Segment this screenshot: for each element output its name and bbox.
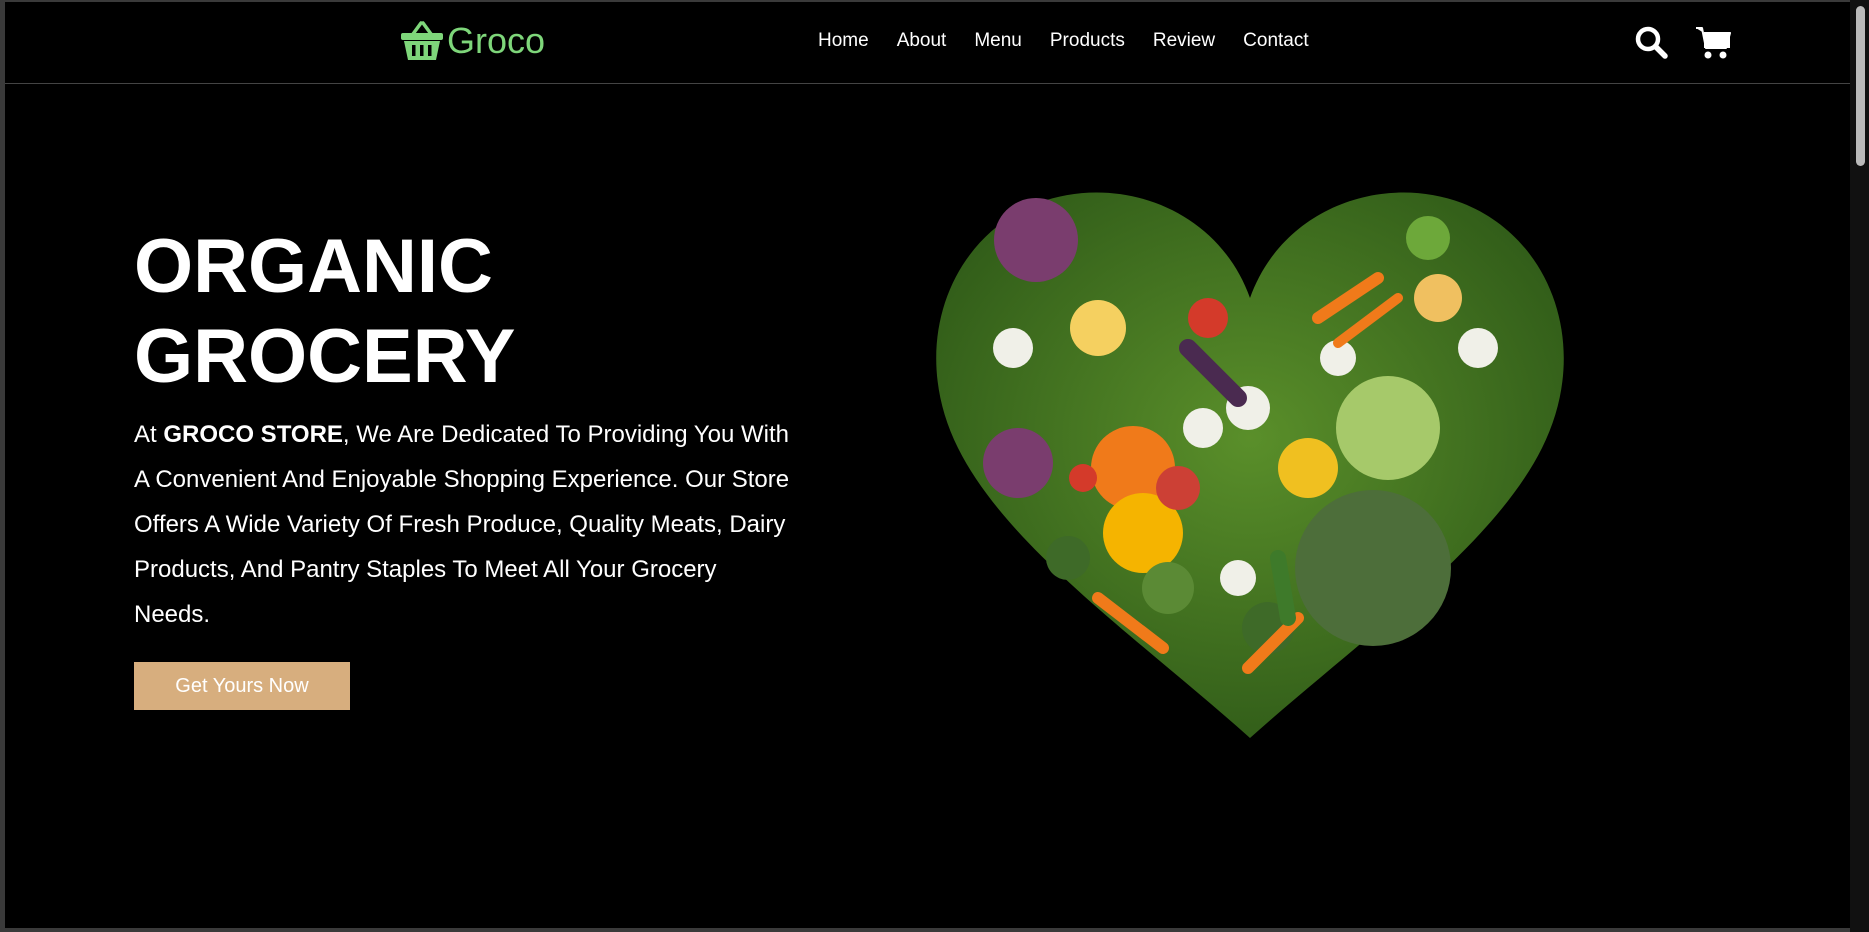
search-icon[interactable]	[1633, 24, 1669, 60]
main-nav: Home About Menu Products Review Contact	[818, 30, 1337, 52]
page-scrollbar[interactable]	[1850, 0, 1869, 932]
hero-title: ORGANIC GROCERY	[134, 222, 515, 402]
get-yours-now-button[interactable]: Get Yours Now	[134, 662, 350, 710]
nav-home[interactable]: Home	[818, 30, 869, 52]
nav-about[interactable]: About	[897, 30, 947, 52]
site-header: Groco Home About Menu Products Review Co…	[5, 2, 1850, 84]
header-actions	[1633, 24, 1731, 60]
scrollbar-thumb[interactable]	[1856, 6, 1865, 166]
basket-icon	[401, 21, 443, 60]
nav-review[interactable]: Review	[1153, 30, 1215, 52]
cart-icon[interactable]	[1695, 24, 1731, 60]
vegetable-heart-image	[936, 192, 1564, 739]
hero-text-prefix: At	[134, 421, 164, 448]
brand-logo[interactable]: Groco	[399, 20, 545, 62]
hero-title-line2: GROCERY	[134, 314, 516, 399]
nav-contact[interactable]: Contact	[1243, 30, 1308, 52]
brand-name: Groco	[447, 20, 546, 61]
nav-menu[interactable]: Menu	[974, 30, 1022, 52]
hero-text-body: , We Are Dedicated To Providing You With…	[134, 421, 790, 628]
nav-products[interactable]: Products	[1050, 30, 1125, 52]
hero-description: At GROCO STORE, We Are Dedicated To Prov…	[134, 412, 794, 637]
hero-title-line1: ORGANIC	[134, 224, 493, 309]
hero-text-brand: GROCO STORE	[163, 421, 343, 448]
